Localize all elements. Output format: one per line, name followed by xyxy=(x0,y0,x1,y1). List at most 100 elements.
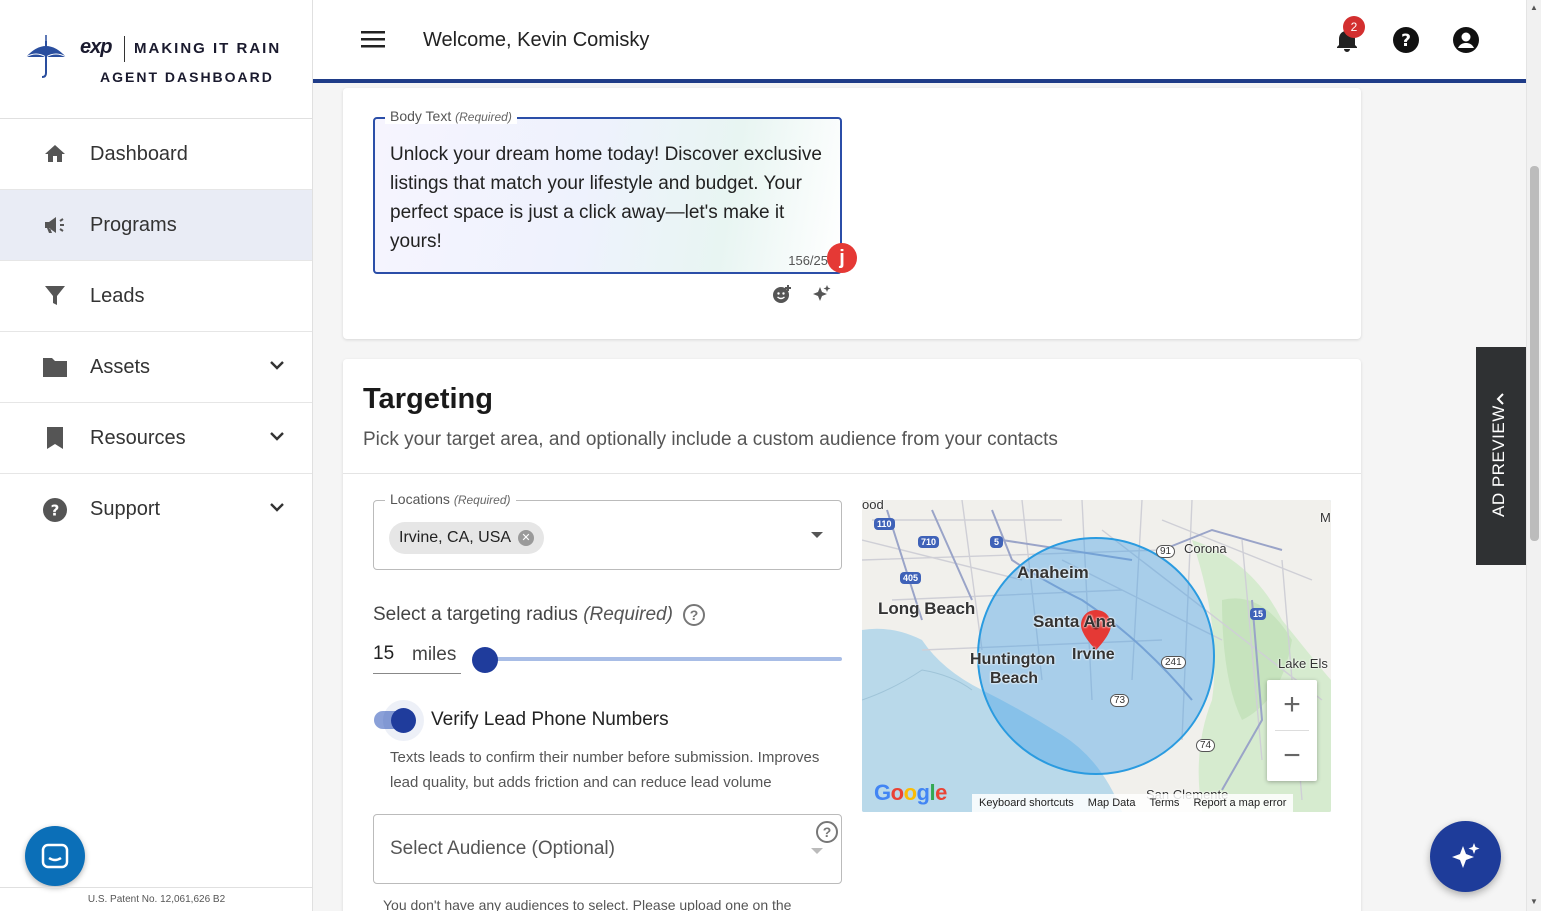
audience-placeholder: Select Audience (Optional) xyxy=(390,838,615,859)
map-label-partial-right: M xyxy=(1320,510,1331,525)
report-map-error-link[interactable]: Report a map error xyxy=(1186,794,1293,812)
radius-label-text: Select a targeting radius xyxy=(373,604,578,625)
route-shield-74: 74 xyxy=(1196,739,1216,752)
sidebar-item-leads[interactable]: Leads xyxy=(0,261,312,332)
bookmark-icon xyxy=(42,425,68,451)
map-zoom-controls: + − xyxy=(1267,680,1317,781)
sidebar-item-dashboard[interactable]: Dashboard xyxy=(0,119,312,190)
ad-preview-label: AD PREVIEW xyxy=(1489,405,1508,517)
zoom-in-button[interactable]: + xyxy=(1267,680,1317,730)
zoom-out-button[interactable]: − xyxy=(1267,731,1317,781)
svg-text:?: ? xyxy=(1401,31,1411,51)
verify-toggle-thumb[interactable] xyxy=(391,708,416,733)
terms-link[interactable]: Terms xyxy=(1142,794,1186,812)
locations-label: Locations (Required) xyxy=(385,491,516,507)
field-label-text: Locations xyxy=(390,491,450,507)
map-label-huntington: Huntington xyxy=(970,651,1056,668)
welcome-message: Welcome, Kevin Comisky xyxy=(423,29,650,51)
map-label-irvine: Irvine xyxy=(1072,646,1115,663)
field-label-text: Body Text xyxy=(390,108,452,124)
map-label-santa-ana: Santa Ana xyxy=(1033,612,1116,631)
dropdown-arrow-icon[interactable] xyxy=(811,848,823,854)
route-shield-405: 405 xyxy=(900,572,922,584)
body-text-value[interactable]: Unlock your dream home today! Discover e… xyxy=(390,140,830,256)
route-shield-5: 5 xyxy=(990,536,1004,548)
funnel-icon xyxy=(42,283,68,309)
section-title: Targeting xyxy=(363,383,493,415)
character-counter: 156/25 xyxy=(788,253,828,268)
map-attribution: Keyboard shortcuts Map Data Terms Report… xyxy=(972,794,1294,812)
help-circle-icon: ? xyxy=(42,497,68,523)
chevron-down-icon[interactable] xyxy=(268,356,286,374)
grammar-warning-icon[interactable]: j xyxy=(827,243,857,273)
sidebar-item-programs[interactable]: Programs xyxy=(0,190,312,261)
remove-chip-icon[interactable]: ✕ xyxy=(518,530,535,546)
verify-toggle-description: Texts leads to confirm their number befo… xyxy=(390,749,820,791)
targeting-map[interactable]: Anaheim Long Beach Santa Ana Irvine Hunt… xyxy=(862,500,1331,812)
radius-help-icon[interactable]: ? xyxy=(683,604,705,626)
scrollbar-thumb[interactable] xyxy=(1530,166,1539,541)
ad-preview-tab[interactable]: AD PREVIEW xyxy=(1476,347,1526,565)
sidebar-item-assets[interactable]: Assets xyxy=(0,332,312,403)
radius-slider-thumb[interactable] xyxy=(472,647,498,673)
route-shield-241: 241 xyxy=(1161,656,1186,669)
radius-slider-track[interactable] xyxy=(485,657,842,661)
help-icon[interactable]: ? xyxy=(1392,26,1420,54)
route-shield-91: 91 xyxy=(1156,545,1176,558)
sidebar-item-support[interactable]: ? Support xyxy=(0,474,312,545)
google-logo[interactable]: Google xyxy=(874,780,947,806)
radius-value-input[interactable]: 15 xyxy=(373,643,394,665)
locations-select[interactable]: Irvine, CA, USA ✕ xyxy=(373,500,842,570)
ai-assistant-button[interactable] xyxy=(1430,821,1501,892)
audience-help-icon[interactable]: ? xyxy=(816,821,838,843)
location-chip-label: Irvine, CA, USA xyxy=(399,529,512,546)
map-label-anaheim: Anaheim xyxy=(1017,563,1089,582)
app-logo[interactable]: exp MAKING IT RAIN AGENT DASHBOARD xyxy=(0,0,312,119)
route-shield-110: 110 xyxy=(874,518,895,530)
sidebar-item-label: Dashboard xyxy=(90,142,188,165)
chat-icon xyxy=(41,843,69,869)
sidebar-item-label: Leads xyxy=(90,284,145,307)
logo-tagline: MAKING IT RAIN xyxy=(134,40,282,57)
emoji-add-icon[interactable] xyxy=(772,284,792,304)
patent-notice: U.S. Patent No. 12,061,626 B2 xyxy=(0,887,313,911)
sidebar-item-label: Assets xyxy=(90,355,151,378)
body-text-field[interactable]: Unlock your dream home today! Discover e… xyxy=(373,117,842,274)
dropdown-arrow-icon[interactable] xyxy=(811,532,823,538)
targeting-card: Targeting Pick your target area, and opt… xyxy=(343,359,1361,911)
logo-brand: exp xyxy=(80,36,112,58)
section-subtitle: Pick your target area, and optionally in… xyxy=(363,429,1058,450)
location-chip[interactable]: Irvine, CA, USA ✕ xyxy=(389,522,545,554)
map-label-lake-elsinore: Lake Els xyxy=(1278,656,1328,671)
sidebar-item-resources[interactable]: Resources xyxy=(0,403,312,474)
page-scrollbar[interactable]: ▲ ▼ xyxy=(1526,0,1541,911)
sidebar: exp MAKING IT RAIN AGENT DASHBOARD Dashb… xyxy=(0,0,313,911)
map-label-beach: Beach xyxy=(990,670,1039,687)
account-icon[interactable] xyxy=(1452,26,1480,54)
sparkle-icon xyxy=(1451,842,1479,868)
ai-sparkle-icon[interactable] xyxy=(812,284,832,304)
sidebar-item-label: Support xyxy=(90,498,161,520)
chevron-down-icon[interactable] xyxy=(268,427,286,445)
radius-input-underline xyxy=(373,673,461,674)
ad-copy-card: Unlock your dream home today! Discover e… xyxy=(343,88,1361,339)
chat-launcher-button[interactable] xyxy=(25,826,85,886)
route-shield-710: 710 xyxy=(918,536,940,548)
audience-select[interactable]: Select Audience (Optional) ? xyxy=(373,814,842,884)
route-shield-73: 73 xyxy=(1110,694,1130,707)
radius-unit: miles xyxy=(412,644,457,665)
map-data-link[interactable]: Map Data xyxy=(1081,794,1143,812)
top-bar: Welcome, Kevin Comisky 2 ? xyxy=(313,0,1526,83)
hamburger-menu-icon[interactable] xyxy=(361,28,385,50)
logo-divider xyxy=(124,36,125,62)
verify-toggle-label: Verify Lead Phone Numbers xyxy=(431,709,669,730)
logo-subtitle: AGENT DASHBOARD xyxy=(100,69,274,85)
keyboard-shortcuts-link[interactable]: Keyboard shortcuts xyxy=(972,794,1081,812)
notification-badge: 2 xyxy=(1343,16,1365,38)
required-marker: (Required) xyxy=(453,493,511,507)
scroll-up-arrow-icon[interactable]: ▲ xyxy=(1530,3,1538,12)
scroll-down-arrow-icon[interactable]: ▼ xyxy=(1530,897,1538,906)
folder-icon xyxy=(42,354,68,380)
chevron-down-icon[interactable] xyxy=(268,498,286,516)
megaphone-icon xyxy=(42,212,68,238)
